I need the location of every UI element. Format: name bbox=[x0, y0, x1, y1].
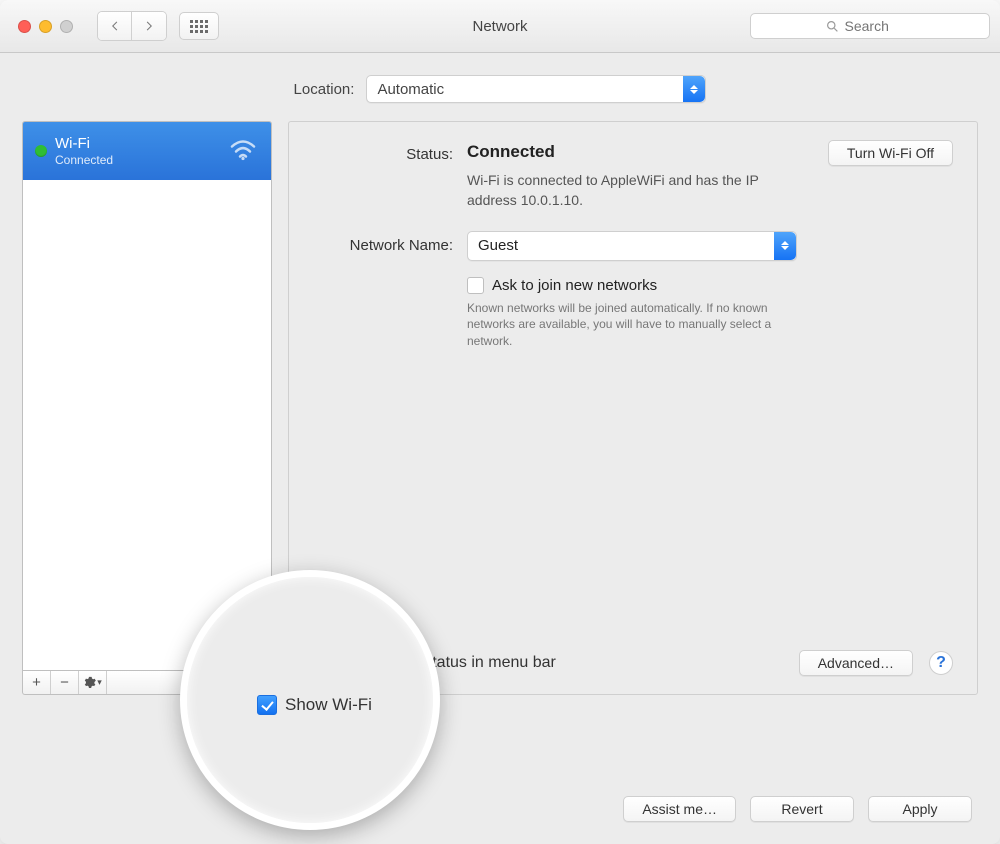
search-icon bbox=[826, 20, 839, 33]
details-bottom-bar: Show Wi-Fi status in menu bar Advanced… … bbox=[313, 650, 953, 676]
network-name-label: Network Name: bbox=[313, 231, 453, 254]
status-dot-connected bbox=[35, 145, 47, 157]
ask-to-join-checkbox[interactable] bbox=[467, 277, 484, 294]
minimize-window-button[interactable] bbox=[39, 20, 52, 33]
status-label: Status: bbox=[313, 142, 453, 163]
service-text: Wi-Fi Connected bbox=[55, 135, 113, 167]
ask-to-join-hint: Known networks will be joined automatica… bbox=[467, 300, 797, 350]
toolbar-nav-group bbox=[97, 11, 167, 41]
status-description: Wi-Fi is connected to AppleWiFi and has … bbox=[467, 170, 807, 211]
back-button[interactable] bbox=[98, 12, 132, 40]
select-arrows-icon bbox=[683, 76, 705, 102]
service-status: Connected bbox=[55, 153, 113, 167]
network-name-row: Network Name: Guest Ask to join new netw… bbox=[313, 231, 953, 350]
service-name: Wi-Fi bbox=[55, 135, 113, 153]
network-name-value: Guest bbox=[478, 237, 518, 254]
main-area: Wi-Fi Connected + − ▾ Turn Wi-Fi Of bbox=[0, 121, 1000, 713]
service-details-panel: Turn Wi-Fi Off Status: Connected Wi-Fi i… bbox=[288, 121, 978, 695]
chevron-left-icon bbox=[109, 20, 121, 32]
chevron-right-icon bbox=[143, 20, 155, 32]
service-item-wifi[interactable]: Wi-Fi Connected bbox=[23, 122, 271, 180]
location-label: Location: bbox=[294, 81, 355, 98]
show-wifi-status-label: Show Wi-Fi status in menu bar bbox=[338, 654, 556, 672]
show-wifi-status-checkbox[interactable] bbox=[313, 655, 330, 672]
service-actions-menu[interactable]: ▾ bbox=[79, 671, 107, 694]
location-select[interactable]: Automatic bbox=[366, 75, 706, 103]
help-button[interactable]: ? bbox=[929, 651, 953, 675]
services-sidebar-footer: + − ▾ bbox=[22, 671, 272, 695]
revert-button[interactable]: Revert bbox=[750, 796, 854, 822]
location-value: Automatic bbox=[377, 81, 444, 98]
remove-service-button[interactable]: − bbox=[51, 671, 79, 694]
turn-wifi-off-button[interactable]: Turn Wi-Fi Off bbox=[828, 140, 953, 166]
ask-to-join-row[interactable]: Ask to join new networks bbox=[467, 277, 953, 294]
assist-me-button[interactable]: Assist me… bbox=[623, 796, 736, 822]
network-name-select[interactable]: Guest bbox=[467, 231, 797, 261]
forward-button[interactable] bbox=[132, 12, 166, 40]
add-service-button[interactable]: + bbox=[23, 671, 51, 694]
search-field[interactable] bbox=[750, 13, 990, 39]
window-footer: Assist me… Revert Apply bbox=[623, 796, 972, 822]
network-preferences-window: Network Location: Automatic Wi-Fi Connec… bbox=[0, 0, 1000, 844]
wifi-icon bbox=[229, 139, 257, 164]
search-input[interactable] bbox=[845, 18, 915, 34]
show-all-prefpanes-button[interactable] bbox=[179, 12, 219, 40]
zoom-window-button[interactable] bbox=[60, 20, 73, 33]
titlebar: Network bbox=[0, 0, 1000, 53]
gear-icon bbox=[83, 676, 96, 689]
traffic-lights bbox=[18, 20, 73, 33]
services-list[interactable]: Wi-Fi Connected bbox=[22, 121, 272, 671]
grid-icon bbox=[190, 20, 208, 33]
advanced-button[interactable]: Advanced… bbox=[799, 650, 913, 676]
services-sidebar: Wi-Fi Connected + − ▾ bbox=[22, 121, 272, 695]
chevron-down-icon: ▾ bbox=[97, 677, 102, 688]
select-arrows-icon bbox=[774, 232, 796, 260]
ask-to-join-label: Ask to join new networks bbox=[492, 277, 657, 294]
location-row: Location: Automatic bbox=[0, 53, 1000, 121]
apply-button[interactable]: Apply bbox=[868, 796, 972, 822]
close-window-button[interactable] bbox=[18, 20, 31, 33]
show-wifi-status-row[interactable]: Show Wi-Fi status in menu bar bbox=[313, 654, 556, 672]
